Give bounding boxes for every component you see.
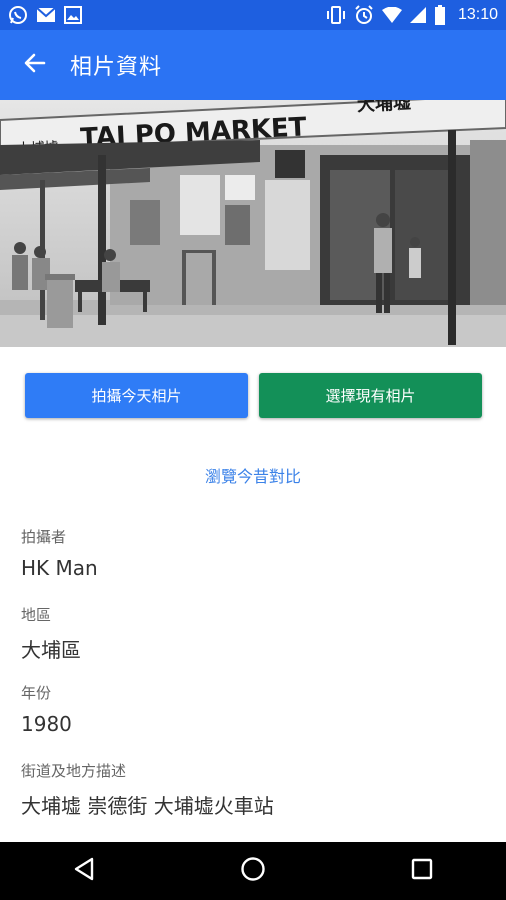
district-label: 地區 (21, 606, 52, 624)
photo-illustration: TAI PO MARKET 大埔墟 大埔墟 (0, 100, 506, 347)
street-description-label: 街道及地方描述 (21, 762, 127, 780)
choose-existing-photo-button[interactable]: 選擇現有相片 (259, 373, 482, 418)
whatsapp-icon (8, 5, 28, 25)
historic-photo: TAI PO MARKET 大埔墟 大埔墟 (0, 100, 506, 347)
battery-icon (434, 5, 446, 25)
app-bar: 相片資料 (0, 30, 506, 100)
arrow-back-icon (24, 52, 46, 78)
system-nav-bar (0, 842, 506, 900)
gmail-icon (36, 7, 56, 23)
nav-home-button[interactable] (223, 842, 283, 900)
vibrate-icon (326, 6, 346, 24)
year-label: 年份 (21, 684, 52, 702)
recents-square-icon (411, 858, 433, 884)
photographer-value: HK Man (21, 556, 98, 580)
wifi-icon (381, 7, 402, 23)
nav-back-button[interactable] (54, 842, 114, 900)
home-circle-icon (240, 856, 266, 886)
image-icon (64, 6, 82, 24)
photographer-label: 拍攝者 (21, 528, 67, 546)
nav-recents-button[interactable] (392, 842, 452, 900)
back-triangle-icon (73, 857, 95, 885)
year-value: 1980 (21, 712, 72, 736)
page-title: 相片資料 (70, 55, 163, 80)
sign-chinese-right: 大埔墟 (356, 100, 411, 116)
status-bar: 13:10 (0, 0, 506, 30)
signal-icon (409, 7, 426, 23)
status-time: 13:10 (457, 6, 498, 23)
back-button[interactable] (0, 30, 70, 100)
district-value: 大埔區 (21, 638, 81, 662)
alarm-icon (354, 5, 374, 25)
street-description-value: 大埔墟 崇德街 大埔墟火車站 (21, 794, 274, 818)
notification-icons (8, 5, 82, 25)
system-icons: 13:10 (326, 5, 498, 25)
take-today-photo-button[interactable]: 拍攝今天相片 (25, 373, 248, 418)
browse-compare-link[interactable]: 瀏覽今昔對比 (0, 463, 506, 487)
